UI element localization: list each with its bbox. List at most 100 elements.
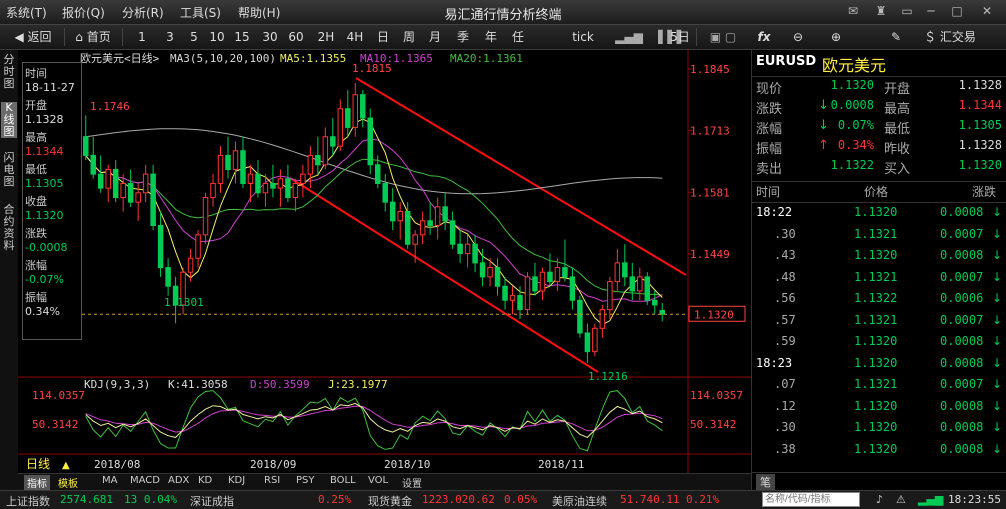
zoom-in-icon[interactable]: ⊕: [826, 28, 846, 46]
period-button[interactable]: 年: [479, 28, 503, 46]
indicator-tab[interactable]: BOLL: [330, 475, 356, 486]
period-button[interactable]: 季: [451, 28, 475, 46]
indicator-tab[interactable]: KD: [198, 475, 212, 486]
search-input[interactable]: [762, 492, 860, 507]
tick-time: .57: [774, 312, 796, 327]
restore-icon[interactable]: ▭: [898, 3, 916, 19]
period-button[interactable]: 3: [158, 28, 182, 46]
candle-body: [367, 117, 374, 166]
tick-change: 0.0007: [940, 226, 984, 241]
tick-row: .30 1.1320 0.0008 ↓: [752, 418, 1006, 439]
mail-icon[interactable]: ✉: [844, 3, 862, 19]
period-button[interactable]: 15: [230, 28, 254, 46]
alarm-icon[interactable]: ⚠: [896, 493, 906, 506]
pct-value: -0.07%: [25, 273, 64, 286]
close-value: 1.1320: [25, 209, 64, 222]
period-button[interactable]: 周: [397, 28, 421, 46]
indicator-tab[interactable]: ADX: [168, 475, 189, 486]
title-bar: 系统(T) 报价(Q) 分析(R) 工具(S) 帮助(H) 易汇通行情分析终端 …: [0, 0, 1006, 25]
period-button[interactable]: 任: [506, 28, 530, 46]
candle-body: [330, 136, 336, 147]
indicator-tab[interactable]: RSI: [264, 475, 280, 486]
candle-body: [607, 281, 613, 311]
candle-body: [644, 276, 651, 301]
kdj-label: KDJ(9,3,3): [84, 378, 150, 391]
candle-body: [292, 182, 299, 198]
candle-body: [240, 150, 246, 184]
indicator-tab[interactable]: 模板: [58, 475, 78, 490]
tab-contract[interactable]: 合约资料: [1, 204, 17, 252]
buy-value: 1.1320: [958, 158, 1002, 172]
last-price-label: 1.1320: [694, 308, 734, 321]
tab-timeshare[interactable]: 分时图: [1, 54, 17, 90]
pct-value: 0.07%: [837, 118, 874, 132]
candle-body: [562, 267, 568, 278]
pen-icon[interactable]: ✎: [886, 28, 906, 46]
back-button[interactable]: ◀ 返回: [8, 28, 58, 46]
trade-label: 汇交易: [939, 30, 976, 44]
tick-price: 1.1321: [854, 226, 898, 241]
clock: 18:23:55: [948, 493, 1001, 506]
tab-flash[interactable]: 闪电图: [1, 152, 17, 188]
kline-chart[interactable]: 欧元美元<日线> MA3(5,10,20,100) MA5:1.1355 MA10:1…: [18, 50, 751, 473]
candle-body: [592, 327, 598, 353]
candle-body: [262, 182, 269, 194]
candle-body: [255, 173, 261, 194]
tick-button[interactable]: tick: [562, 28, 604, 46]
period-button[interactable]: 5: [182, 28, 206, 46]
candle-body: [457, 243, 463, 255]
trade-button[interactable]: ＄ 汇交易: [914, 28, 986, 46]
candle-body: [502, 285, 508, 301]
period-button[interactable]: 日: [371, 28, 395, 46]
indicator-tab[interactable]: MA: [102, 475, 117, 486]
open-label: 开盘: [25, 99, 47, 112]
period-button[interactable]: 1: [130, 28, 154, 46]
amp-value: 0.34%: [25, 305, 60, 318]
candle-body: [270, 182, 276, 189]
skin-icon[interactable]: ♜: [872, 3, 890, 19]
fx-button[interactable]: fx: [754, 28, 774, 46]
tab-ticks[interactable]: 笔: [756, 474, 775, 490]
tick-time: 18:22: [756, 205, 793, 219]
candle-body: [659, 310, 666, 315]
indicator-tab[interactable]: PSY: [296, 475, 315, 486]
indicator-tab[interactable]: 指标: [24, 475, 50, 490]
period-button[interactable]: 4H: [343, 28, 367, 46]
trend-icon[interactable]: ▂▄▆: [608, 28, 650, 46]
indicator-tab[interactable]: KDJ: [228, 475, 245, 486]
day5-button[interactable]: 5日: [668, 28, 692, 46]
candle-body: [524, 276, 531, 311]
maximize-icon[interactable]: □: [948, 3, 966, 19]
ticks-price-header: 价格: [864, 185, 889, 199]
prev-value: 1.1328: [958, 138, 1002, 152]
tick-row: .59 1.1320 0.0008 ↓: [752, 332, 1006, 353]
candle-body: [82, 136, 89, 156]
sound-icon[interactable]: ♪: [876, 493, 883, 506]
layout-icon[interactable]: ▣ ▢: [700, 28, 746, 46]
period-button[interactable]: 60: [284, 28, 308, 46]
tick-time: .30: [774, 226, 796, 241]
indicator-tab[interactable]: VOL: [368, 475, 388, 486]
tick-price: 1.1320: [854, 398, 898, 413]
tab-kline[interactable]: K线图: [1, 102, 17, 138]
candle-body: [112, 168, 119, 198]
tick-change: 0.0008: [940, 420, 984, 434]
close-icon[interactable]: ✕: [978, 3, 996, 19]
indicator-tab[interactable]: MACD: [130, 475, 160, 486]
indicator-tab[interactable]: 设置: [402, 475, 422, 490]
candle-body: [419, 220, 426, 236]
candle-body: [427, 220, 433, 227]
period-button[interactable]: 2H: [314, 28, 338, 46]
low1-label: 1.1301: [164, 296, 204, 309]
arrow-down-icon: ↓: [992, 441, 1003, 456]
period-button[interactable]: 月: [423, 28, 447, 46]
candle-body: [135, 192, 141, 203]
period-button[interactable]: 30: [258, 28, 282, 46]
minimize-icon[interactable]: ─: [922, 3, 940, 19]
home-button[interactable]: ⌂ 首页: [68, 28, 118, 46]
zoom-out-icon[interactable]: ⊖: [788, 28, 808, 46]
arrow-down-icon: ↓: [818, 98, 829, 113]
candle-body: [472, 243, 478, 264]
candle-body: [434, 206, 441, 227]
period-button[interactable]: 10: [205, 28, 229, 46]
